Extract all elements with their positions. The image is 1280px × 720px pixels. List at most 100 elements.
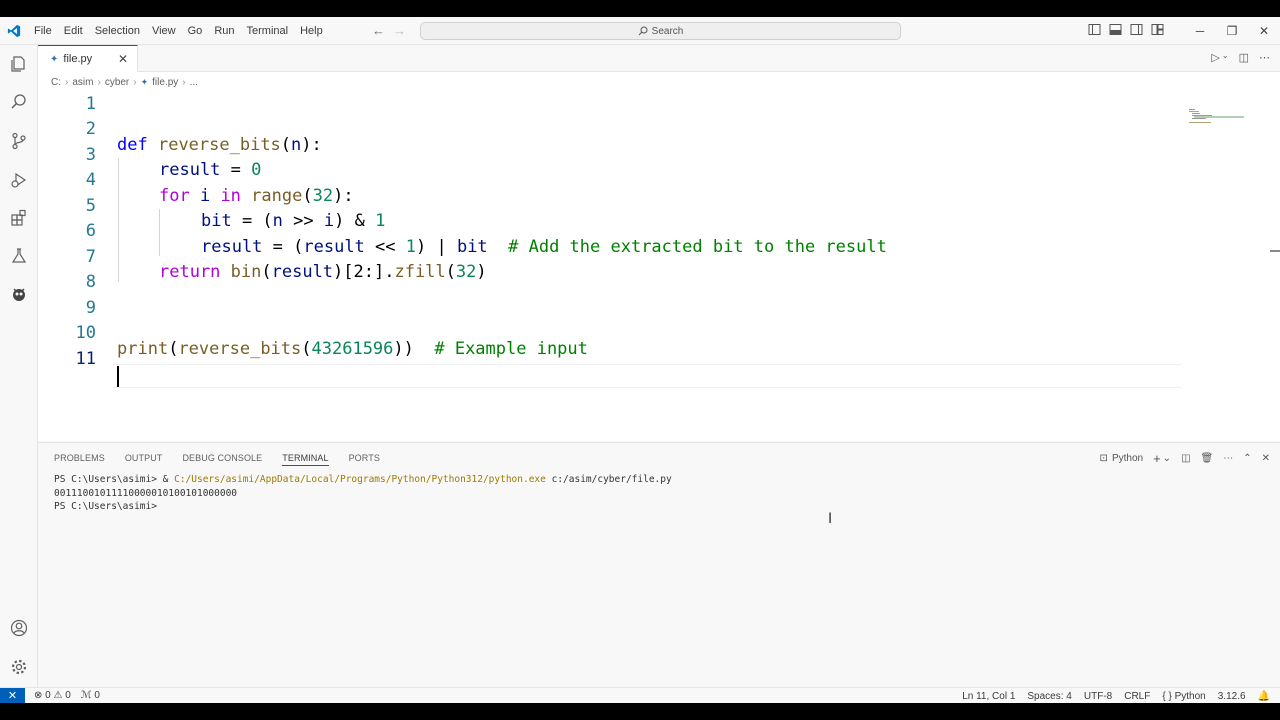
close-tab-icon[interactable]: ✕	[118, 52, 128, 66]
breadcrumb-cyber[interactable]: cyber	[105, 77, 129, 88]
cursor-position[interactable]: Ln 11, Col 1	[962, 691, 1015, 702]
explorer-icon[interactable]	[8, 53, 30, 75]
text-caret	[117, 366, 119, 387]
token-for: for	[159, 186, 190, 206]
token-op: ) &	[334, 211, 376, 231]
extensions-icon[interactable]	[8, 207, 30, 229]
menu-terminal[interactable]: Terminal	[241, 17, 295, 45]
tab-problems[interactable]: PROBLEMS	[54, 453, 105, 463]
token-number: 43261596	[311, 339, 394, 359]
title-bar: File Edit Selection View Go Run Terminal…	[0, 17, 1280, 45]
notifications-bell-icon[interactable]: 🔔	[1258, 691, 1270, 702]
toggle-primary-sidebar-icon[interactable]	[1088, 23, 1103, 38]
customize-layout-icon[interactable]	[1151, 23, 1166, 38]
menu-view[interactable]: View	[146, 17, 182, 45]
code-line-3: result = 0	[159, 158, 261, 183]
breadcrumb-drive[interactable]: C:	[51, 77, 61, 88]
vscode-logo-icon	[0, 17, 28, 45]
command-center-search[interactable]: Search	[420, 22, 901, 40]
tab-file-py[interactable]: ✦ file.py ✕	[38, 45, 138, 72]
breadcrumb-file[interactable]: file.py	[152, 77, 178, 88]
terminal-output[interactable]: PS C:\Users\asimi> & C:/Users/asimi/AppD…	[54, 473, 672, 514]
toggle-secondary-sidebar-icon[interactable]	[1130, 23, 1145, 38]
chevron-right-icon: ›	[182, 76, 186, 88]
close-panel-icon[interactable]: ✕	[1262, 453, 1270, 464]
breadcrumb-asim[interactable]: asim	[72, 77, 93, 88]
breadcrumb-symbols[interactable]: ...	[190, 77, 198, 88]
token-func-call: reverse_bits	[178, 339, 302, 359]
tab-output[interactable]: OUTPUT	[125, 453, 163, 463]
search-icon	[638, 26, 648, 36]
more-actions-icon[interactable]: ⋯	[1223, 453, 1233, 464]
terminal-shell-label[interactable]: Python	[1112, 453, 1143, 464]
encoding[interactable]: UTF-8	[1084, 691, 1112, 702]
token-return: return	[159, 262, 221, 282]
token-def: def	[117, 135, 148, 155]
python-version[interactable]: 3.12.6	[1218, 691, 1246, 702]
new-terminal-icon[interactable]: +	[1153, 451, 1161, 466]
end-of-line[interactable]: CRLF	[1124, 691, 1150, 702]
scrollbar-marker[interactable]	[1270, 250, 1280, 252]
toggle-panel-icon[interactable]	[1109, 23, 1124, 38]
status-right: Ln 11, Col 1 Spaces: 4 UTF-8 CRLF { } Py…	[962, 688, 1280, 703]
token-var: bit	[201, 211, 232, 231]
ports-status[interactable]: ℳ 0	[81, 690, 100, 701]
kill-terminal-icon[interactable]: 🗑	[1201, 453, 1214, 464]
line-number: 6	[85, 221, 96, 241]
token-paren: (	[168, 339, 179, 359]
menu-edit[interactable]: Edit	[58, 17, 89, 45]
problems-status[interactable]: ⊗ 0 ⚠ 0	[34, 690, 71, 701]
indentation[interactable]: Spaces: 4	[1027, 691, 1071, 702]
terminal-line-3: PS C:\Users\asimi>	[54, 501, 157, 512]
settings-gear-icon[interactable]	[8, 656, 30, 678]
tab-terminal[interactable]: TERMINAL	[282, 453, 329, 466]
token-paren: )	[476, 262, 487, 282]
minimap[interactable]	[1188, 108, 1250, 126]
tab-debug-console[interactable]: DEBUG CONSOLE	[182, 453, 262, 463]
language-mode[interactable]: { } Python	[1162, 691, 1205, 702]
line-number: 5	[85, 196, 96, 216]
layout-controls	[1088, 23, 1166, 38]
testing-flask-icon[interactable]	[8, 245, 30, 267]
token-var: bit	[456, 237, 488, 257]
token-var: i	[189, 186, 221, 206]
menu-file[interactable]: File	[28, 17, 58, 45]
menu-run[interactable]: Run	[208, 17, 240, 45]
run-python-file-icon[interactable]: ▷	[1211, 51, 1219, 64]
token-func-name: reverse_bits	[157, 135, 281, 155]
run-debug-icon[interactable]	[8, 169, 30, 191]
chevron-right-icon: ›	[65, 76, 69, 88]
terminal-dropdown-icon[interactable]: ⌄	[1163, 453, 1171, 464]
more-actions-icon[interactable]: ⋯	[1259, 51, 1270, 64]
current-line-highlight	[113, 364, 1181, 388]
line-number: 2	[85, 119, 96, 139]
status-bar: ✕ ⊗ 0 ⚠ 0 ℳ 0 Ln 11, Col 1 Spaces: 4 UTF…	[0, 687, 1280, 703]
split-terminal-icon[interactable]: ◫	[1181, 453, 1190, 464]
code-line-5: bit = (n >> i) & 1	[201, 209, 385, 234]
line-number: 1	[85, 94, 96, 114]
copilot-icon[interactable]	[8, 283, 30, 305]
code-editor[interactable]: 1 2 3 4 5 6 7 8 9 10 11 def reverse_bits…	[38, 92, 1280, 441]
minimize-icon[interactable]: ─	[1184, 17, 1216, 45]
terminal-exe-path: C:/Users/asimi/AppData/Local/Programs/Py…	[174, 474, 546, 485]
maximize-panel-icon[interactable]: ⌃	[1243, 453, 1251, 464]
run-dropdown-chevron-icon[interactable]: ⌄	[1222, 51, 1229, 64]
token-number: 32	[455, 262, 477, 282]
error-count: 0	[45, 690, 51, 701]
menu-selection[interactable]: Selection	[89, 17, 146, 45]
close-window-icon[interactable]: ✕	[1248, 17, 1280, 45]
menu-go[interactable]: Go	[182, 17, 209, 45]
window-controls: ─ ❐ ✕	[1184, 17, 1280, 45]
forward-arrow-icon[interactable]: →	[393, 23, 406, 38]
split-editor-icon[interactable]: ◫	[1239, 51, 1249, 64]
back-arrow-icon[interactable]: ←	[372, 23, 385, 38]
search-sidebar-icon[interactable]	[8, 91, 30, 113]
menu-help[interactable]: Help	[294, 17, 329, 45]
tab-ports[interactable]: PORTS	[349, 453, 380, 463]
account-icon[interactable]	[8, 617, 30, 639]
warning-count: 0	[65, 690, 71, 701]
restore-icon[interactable]: ❐	[1216, 17, 1248, 45]
source-control-icon[interactable]	[8, 130, 30, 152]
remote-indicator-icon[interactable]: ✕	[0, 687, 25, 703]
token-op: =	[220, 160, 252, 180]
